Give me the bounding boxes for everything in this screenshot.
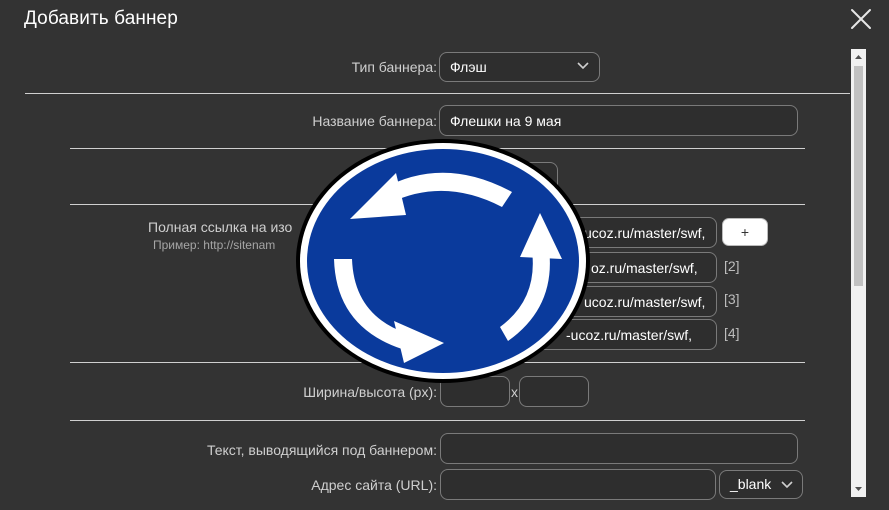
dialog-title: Добавить баннер <box>24 8 178 29</box>
caption-label: Текст, выводящийся под баннером: <box>206 442 437 458</box>
chevron-down-icon <box>577 62 589 70</box>
close-icon[interactable] <box>850 8 872 30</box>
image-link-hint: Пример: http://sitenam <box>153 238 276 252</box>
target-value: _blank <box>730 476 772 492</box>
banner-type-select[interactable]: Флэш <box>439 52 600 82</box>
scroll-down-arrow-icon[interactable] <box>851 482 866 497</box>
image-link-value-3: ucoz.ru/master/swf, <box>584 294 706 310</box>
image-link-index-2: [2] <box>724 258 740 274</box>
image-link-value-2: oz.ru/master/swf, <box>591 260 698 276</box>
divider <box>70 420 805 421</box>
scrollbar-thumb[interactable] <box>854 66 863 286</box>
target-select[interactable]: _blank <box>719 470 803 499</box>
caption-input[interactable] <box>440 433 798 464</box>
banner-name-input[interactable] <box>439 105 798 136</box>
image-link-index-4: [4] <box>724 325 740 341</box>
roundabout-sign-icon <box>296 139 590 383</box>
image-link-label: Полная ссылка на изо <box>148 219 293 235</box>
image-link-index-3: [3] <box>724 291 740 307</box>
add-link-button[interactable]: + <box>722 218 768 246</box>
scroll-up-arrow-icon[interactable] <box>851 49 866 64</box>
size-separator: x <box>511 384 518 400</box>
banner-type-value: Флэш <box>450 59 487 75</box>
chevron-down-icon <box>781 481 793 489</box>
banner-name-label: Название баннера: <box>312 113 437 129</box>
site-url-label: Адрес сайта (URL): <box>311 477 437 493</box>
divider <box>25 93 850 94</box>
site-url-input[interactable] <box>440 469 716 500</box>
size-label: Ширина/высота (px): <box>303 384 437 400</box>
image-link-value-1: ucoz.ru/master/swf, <box>584 225 706 241</box>
scrollbar[interactable] <box>851 49 866 497</box>
banner-type-label: Тип баннера: <box>351 59 437 75</box>
